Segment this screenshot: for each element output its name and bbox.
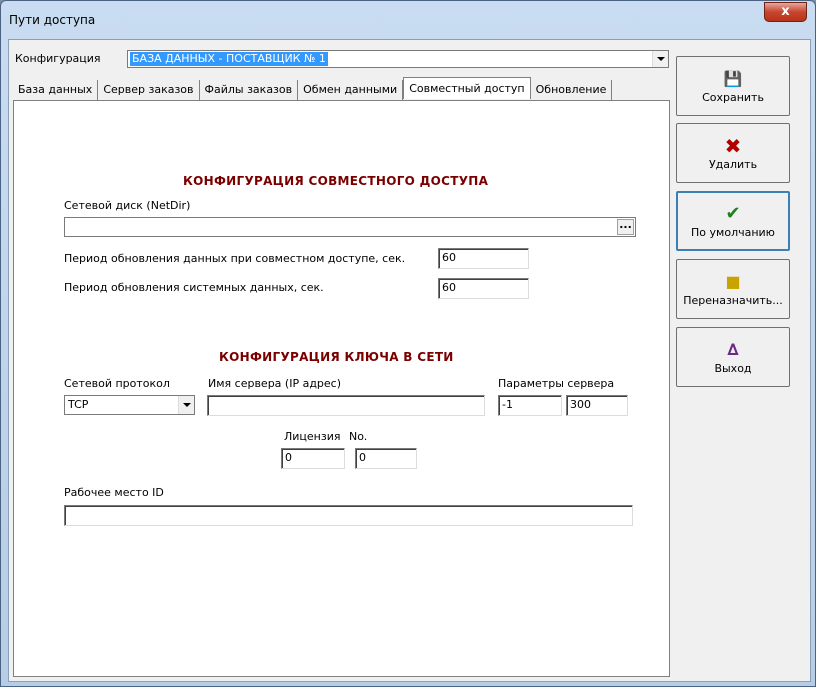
protocol-select[interactable]: TCP	[64, 395, 195, 415]
server-param1-input[interactable]: -1	[498, 395, 562, 416]
floppy-disk-icon: 💾	[723, 69, 743, 88]
dialog-client: Конфигурация БАЗА ДАННЫХ - ПОСТАВЩИК № 1…	[8, 39, 811, 682]
tab-update[interactable]: Обновление	[530, 80, 613, 100]
protocol-label: Сетевой протокол	[64, 377, 170, 390]
license-no-label: No.	[349, 430, 368, 443]
period-sys-input[interactable]: 60	[438, 278, 529, 299]
server-param2-input[interactable]: 300	[566, 395, 628, 416]
server-name-label: Имя сервера (IP адрес)	[208, 377, 342, 390]
server-name-input[interactable]	[207, 395, 485, 416]
chevron-down-icon[interactable]	[178, 396, 194, 414]
license-no-input[interactable]: 0	[355, 448, 417, 469]
tab-bar: База данных Сервер заказов Файлы заказов…	[13, 77, 613, 100]
tab-shared-access[interactable]: Совместный доступ	[403, 77, 531, 99]
save-button[interactable]: 💾 Сохранить	[676, 56, 790, 116]
period-data-label: Период обновления данных при совместном …	[64, 252, 406, 265]
config-value: БАЗА ДАННЫХ - ПОСТАВЩИК № 1	[130, 52, 328, 66]
title-bar[interactable]: Пути доступа x	[1, 1, 815, 39]
network-key-heading: КОНФИГУРАЦИЯ КЛЮЧА В СЕТИ	[219, 350, 454, 364]
tab-order-server[interactable]: Сервер заказов	[98, 80, 200, 100]
workplace-input[interactable]	[64, 505, 633, 526]
exit-button[interactable]: ∆ Выход	[676, 327, 790, 387]
period-sys-label: Период обновления системных данных, сек.	[64, 281, 324, 294]
netdir-label: Сетевой диск (NetDir)	[64, 199, 191, 212]
license-input[interactable]: 0	[281, 448, 345, 469]
tab-order-files[interactable]: Файлы заказов	[199, 80, 299, 100]
tab-panel: КОНФИГУРАЦИЯ СОВМЕСТНОГО ДОСТУПА Сетевой…	[13, 100, 670, 677]
close-icon: x	[781, 4, 790, 19]
folder-icon: ■	[725, 271, 741, 291]
config-label: Конфигурация	[15, 52, 101, 65]
delete-button[interactable]: ✖ Удалить	[676, 123, 790, 183]
door-exit-icon: ∆	[727, 339, 739, 359]
chevron-down-icon[interactable]	[652, 51, 668, 67]
license-label: Лицензия	[284, 430, 341, 443]
tab-database[interactable]: База данных	[13, 80, 99, 100]
server-params-label: Параметры сервера	[498, 377, 615, 390]
config-select[interactable]: БАЗА ДАННЫХ - ПОСТАВЩИК № 1	[127, 50, 669, 68]
default-button[interactable]: ✔ По умолчанию	[676, 191, 790, 251]
browse-button[interactable]: ...	[617, 219, 634, 235]
shared-access-heading: КОНФИГУРАЦИЯ СОВМЕСТНОГО ДОСТУПА	[183, 174, 489, 188]
netdir-input[interactable]: ...	[64, 217, 636, 237]
green-check-icon: ✔	[725, 202, 741, 224]
window-title: Пути доступа	[9, 13, 96, 27]
close-button[interactable]: x	[764, 2, 807, 22]
red-x-icon: ✖	[724, 133, 742, 158]
reassign-button[interactable]: ■ Переназначить...	[676, 259, 790, 319]
workplace-label: Рабочее место ID	[64, 486, 164, 499]
tab-data-exchange[interactable]: Обмен данными	[298, 80, 404, 100]
period-data-input[interactable]: 60	[438, 248, 529, 269]
window: Пути доступа x Конфигурация БАЗА ДАННЫХ …	[0, 0, 816, 687]
